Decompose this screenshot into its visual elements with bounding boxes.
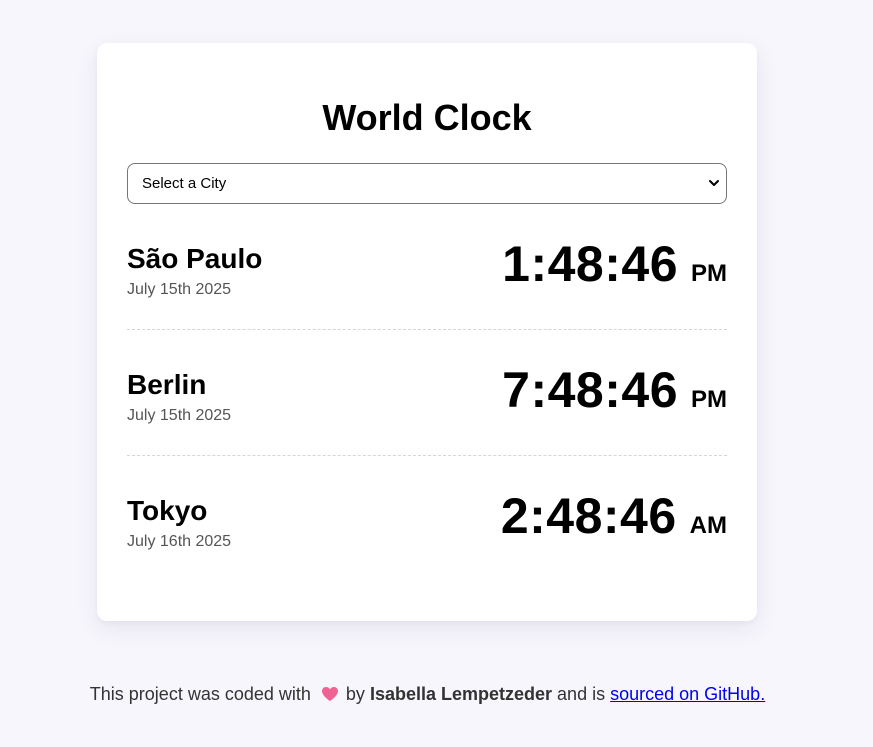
github-link[interactable]: sourced on GitHub. <box>610 684 765 704</box>
heart-icon <box>321 687 338 701</box>
city-row-berlin: Berlin July 15th 2025 7:48:46 PM <box>127 330 727 456</box>
city-name: Tokyo <box>127 495 208 526</box>
city-name: São Paulo <box>127 243 263 274</box>
city-select-value: Select a City <box>142 175 227 192</box>
city-time: 7:48:46 PM <box>502 360 727 420</box>
city-row-tokyo: Tokyo July 16th 2025 2:48:46 AM <box>127 456 727 582</box>
time-value: 1:48:46 <box>502 236 678 292</box>
city-select[interactable]: Select a City <box>127 163 727 204</box>
footer-text-by: by <box>345 684 365 704</box>
world-clock-card: World Clock Select a City São Paulo July… <box>97 43 757 621</box>
chevron-down-icon <box>709 180 719 186</box>
page-title: World Clock <box>322 97 532 138</box>
city-time: 2:48:46 AM <box>501 486 727 546</box>
time-period: AM <box>689 512 727 539</box>
time-period: PM <box>691 260 727 287</box>
footer-text-before: This project was coded with <box>89 684 311 704</box>
city-name: Berlin <box>127 369 207 400</box>
city-time: 1:48:46 PM <box>502 234 727 294</box>
footer-author: Isabella Lempetzeder <box>369 684 553 704</box>
city-list: São Paulo July 15th 2025 1:48:46 PM Berl… <box>127 204 727 582</box>
city-date: July 16th 2025 <box>127 533 232 550</box>
time-value: 7:48:46 <box>502 362 678 418</box>
city-date: July 15th 2025 <box>127 407 232 424</box>
footer-text-middle: and is <box>557 684 606 704</box>
city-date: July 15th 2025 <box>127 281 232 298</box>
time-period: PM <box>691 386 727 413</box>
footer: This project was coded with by Isabella … <box>0 682 855 706</box>
city-row-sao-paulo: São Paulo July 15th 2025 1:48:46 PM <box>127 204 727 330</box>
time-value: 2:48:46 <box>500 488 677 544</box>
